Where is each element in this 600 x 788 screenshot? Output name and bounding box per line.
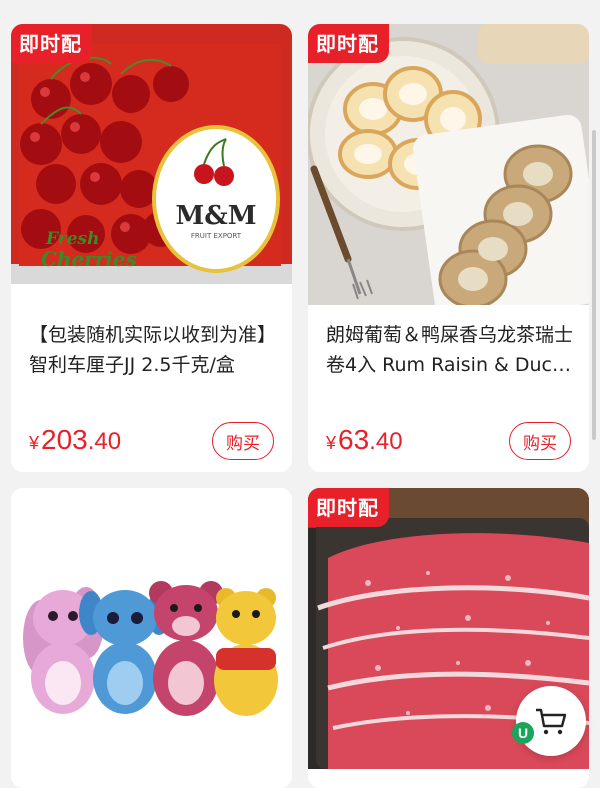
product-card[interactable] bbox=[11, 488, 292, 788]
currency-symbol: ¥ bbox=[326, 433, 337, 453]
cherries-box-image: M&M FRUIT EXPORT Fresh Cherries bbox=[11, 24, 292, 305]
price-decimal: .40 bbox=[369, 428, 403, 455]
box-sub: FRUIT EXPORT bbox=[191, 232, 242, 240]
instant-delivery-tag: 即时配 bbox=[308, 24, 389, 63]
plush-toys-image bbox=[11, 488, 292, 769]
product-image[interactable]: 即时配 bbox=[308, 24, 589, 305]
product-title[interactable]: 【包装随机实际以收到为准】智利车厘子JJ 2.5千克/盒 bbox=[29, 320, 278, 380]
scrollbar[interactable] bbox=[592, 130, 596, 440]
cart-button[interactable]: U bbox=[512, 686, 586, 756]
instant-delivery-tag: 即时配 bbox=[308, 488, 389, 527]
u-badge-icon: U bbox=[512, 722, 534, 744]
product-card[interactable]: 即时配 bbox=[308, 24, 589, 472]
currency-symbol: ¥ bbox=[29, 433, 40, 453]
buy-button[interactable]: 购买 bbox=[509, 422, 571, 460]
swiss-roll-image bbox=[308, 24, 589, 305]
product-grid: 即时配 M&M FRUIT EXPORT Fresh Cherries 【包装随… bbox=[11, 24, 589, 788]
instant-delivery-tag: 即时配 bbox=[11, 24, 92, 63]
product-price: ¥63.40 bbox=[326, 424, 403, 456]
product-title[interactable]: 朗姆葡萄＆鸭屎香乌龙茶瑞士卷4入 Rum Raisin & Duck Shit … bbox=[326, 320, 575, 380]
box-label-fresh: Fresh bbox=[45, 229, 99, 249]
box-brand: M&M bbox=[175, 201, 256, 231]
product-image[interactable] bbox=[11, 488, 292, 769]
box-label-cherries: Cherries bbox=[41, 247, 137, 271]
price-integer: 63 bbox=[338, 424, 370, 455]
product-card[interactable]: 即时配 bbox=[11, 24, 292, 472]
price-decimal: .40 bbox=[87, 428, 122, 455]
product-image[interactable]: 即时配 bbox=[11, 24, 292, 305]
cart-icon bbox=[536, 708, 567, 735]
product-price: ¥203.40 bbox=[29, 424, 121, 456]
buy-button[interactable]: 购买 bbox=[212, 422, 274, 460]
price-integer: 203 bbox=[41, 424, 88, 455]
